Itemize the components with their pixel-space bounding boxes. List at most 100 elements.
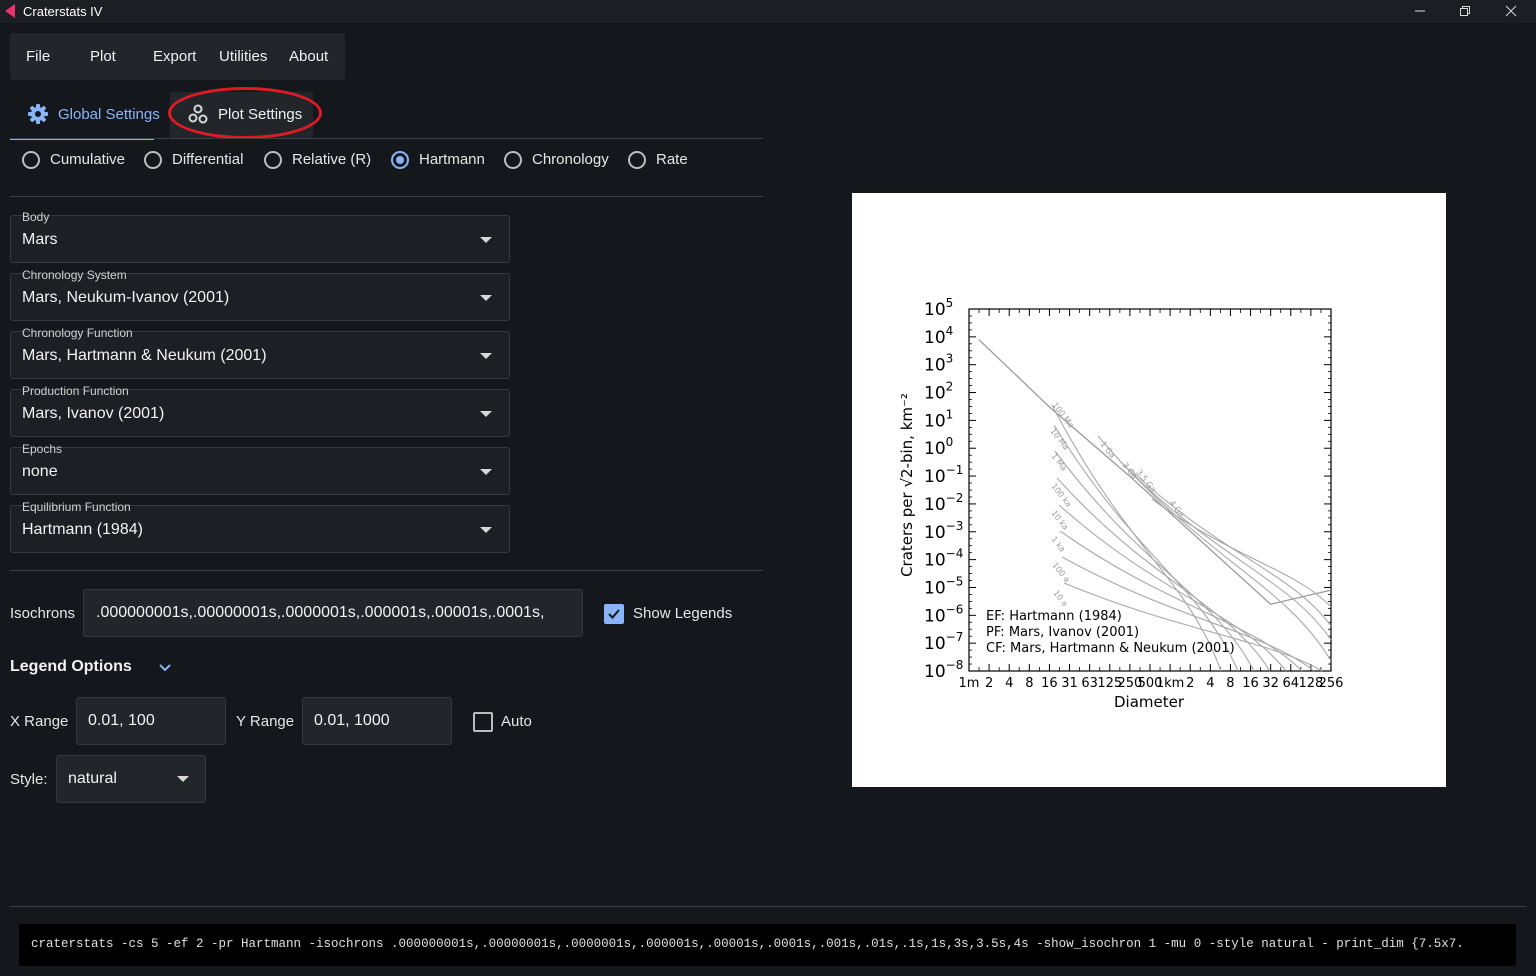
y-tick-label: 100 bbox=[924, 435, 953, 459]
y-tick-label: 101 bbox=[924, 407, 953, 431]
checkmark-icon bbox=[608, 609, 620, 619]
x-tick-label: 2 bbox=[985, 676, 993, 691]
chevron-down-icon bbox=[480, 469, 492, 475]
chevron-down-icon bbox=[480, 411, 492, 417]
x-tick-label: 16 bbox=[1041, 676, 1058, 691]
radio-differential-label: Differential bbox=[172, 151, 244, 168]
craterstats-logo-icon bbox=[5, 4, 15, 18]
body-select-value: Mars bbox=[22, 231, 58, 248]
isochrons-input[interactable]: .000000001s,.00000001s,.0000001s,.000001… bbox=[83, 589, 583, 637]
isochron-label: 10 Ma bbox=[1048, 427, 1070, 452]
y-range-value: 0.01, 1000 bbox=[314, 712, 390, 729]
y-range-input[interactable]: 0.01, 1000 bbox=[302, 697, 452, 745]
section-divider bbox=[10, 570, 763, 571]
chevron-down-icon bbox=[480, 527, 492, 533]
x-tick-label: 63 bbox=[1081, 676, 1098, 691]
chevron-down-icon bbox=[480, 237, 492, 243]
isochron-label: 100 a bbox=[1050, 561, 1071, 585]
minimize-icon[interactable] bbox=[1397, 0, 1443, 23]
isochron-label: 3.5 Ga bbox=[1134, 468, 1157, 494]
isochron-label: 1 Ga bbox=[1098, 440, 1117, 460]
x-tick-label: 1m bbox=[959, 676, 980, 691]
chronology-function-label: Chronology Function bbox=[22, 326, 133, 340]
epochs-value: none bbox=[22, 463, 58, 480]
legend-ef: EF: Hartmann (1984) bbox=[986, 609, 1122, 624]
tabs-divider bbox=[10, 138, 763, 139]
x-tick-label: 31 bbox=[1061, 676, 1078, 691]
y-tick-label: 10−6 bbox=[924, 602, 963, 626]
chronology-system-label: Chronology System bbox=[22, 268, 127, 282]
style-select[interactable]: natural bbox=[56, 755, 206, 803]
equilibrium-function-label: Equilibrium Function bbox=[22, 500, 131, 514]
show-legends-checkbox[interactable] bbox=[604, 604, 624, 624]
x-range-value: 0.01, 100 bbox=[88, 712, 155, 729]
radio-cumulative[interactable] bbox=[22, 151, 40, 169]
isochron-label: 1 Ma bbox=[1049, 452, 1068, 473]
radio-chronology[interactable] bbox=[504, 151, 522, 169]
y-tick-label: 10−5 bbox=[924, 574, 963, 598]
x-tick-label: 8 bbox=[1226, 676, 1234, 691]
epochs-select[interactable] bbox=[10, 447, 510, 495]
isochrons-value: .000000001s,.00000001s,.0000001s,.000001… bbox=[96, 604, 545, 621]
production-function-value: Mars, Ivanov (2001) bbox=[22, 405, 165, 422]
x-tick-label: 32 bbox=[1262, 676, 1279, 691]
highlight-circle bbox=[168, 87, 322, 139]
y-axis-label: Craters per √2-bin, km⁻² bbox=[898, 393, 916, 577]
radio-chronology-label: Chronology bbox=[532, 151, 609, 168]
legend-options-toggle[interactable]: Legend Options bbox=[10, 658, 132, 676]
show-legends-label: Show Legends bbox=[633, 605, 733, 622]
menu-about[interactable]: About bbox=[289, 48, 328, 65]
maximize-icon[interactable] bbox=[1442, 0, 1488, 23]
radio-hartmann-label: Hartmann bbox=[419, 151, 485, 168]
x-range-label: X Range bbox=[10, 713, 69, 730]
command-line[interactable]: craterstats -cs 5 -ef 2 -pr Hartmann -is… bbox=[19, 924, 1516, 966]
menu-file[interactable]: File bbox=[26, 48, 50, 65]
chevron-down-icon bbox=[480, 295, 492, 301]
style-value: natural bbox=[68, 770, 117, 787]
body-select[interactable] bbox=[10, 215, 510, 263]
chevron-down-icon bbox=[480, 353, 492, 359]
legend-pf: PF: Mars, Ivanov (2001) bbox=[986, 625, 1139, 640]
chevron-down-icon bbox=[177, 776, 189, 782]
hartmann-plot: 105 104 103 102 101 100 10−1 10−2 10−3 10−4 10−5 10… bbox=[898, 296, 1343, 711]
chronology-function-value: Mars, Hartmann & Neukum (2001) bbox=[22, 347, 267, 364]
isochron-label: 100 ka bbox=[1049, 482, 1073, 509]
auto-checkbox[interactable] bbox=[473, 712, 493, 732]
tab-global-settings-label: Global Settings bbox=[58, 106, 160, 123]
isochrons-label: Isochrons bbox=[10, 605, 76, 622]
style-label: Style: bbox=[10, 771, 48, 788]
y-tick-label: 10−8 bbox=[924, 658, 963, 682]
y-tick-label: 104 bbox=[924, 324, 953, 348]
y-tick-label: 102 bbox=[924, 380, 953, 404]
x-tick-label: 2 bbox=[1186, 676, 1194, 691]
x-axis-label: Diameter bbox=[1114, 693, 1185, 711]
menu-export[interactable]: Export bbox=[153, 48, 196, 65]
radio-differential[interactable] bbox=[144, 151, 162, 169]
plot-panel: 105 104 103 102 101 100 10−1 10−2 10−3 10−4 10−5 10… bbox=[852, 193, 1446, 787]
y-tick-label: 10−1 bbox=[924, 463, 963, 487]
legend-cf: CF: Mars, Hartmann & Neukum (2001) bbox=[986, 641, 1235, 656]
y-tick-label: 10−4 bbox=[924, 547, 963, 571]
radio-rate[interactable] bbox=[628, 151, 646, 169]
command-text: craterstats -cs 5 -ef 2 -pr Hartmann -is… bbox=[31, 937, 1464, 951]
body-select-label: Body bbox=[22, 210, 50, 224]
menu-utilities[interactable]: Utilities bbox=[219, 48, 267, 65]
close-icon[interactable] bbox=[1488, 0, 1534, 23]
x-tick-label: 4 bbox=[1005, 676, 1013, 691]
command-divider bbox=[10, 906, 1526, 907]
x-tick-label: 8 bbox=[1025, 676, 1033, 691]
title-bar bbox=[0, 0, 1536, 23]
x-tick-label: 4 bbox=[1206, 676, 1214, 691]
section-divider bbox=[10, 196, 763, 197]
chevron-down-icon[interactable] bbox=[158, 661, 172, 678]
isochron-label: 1 ka bbox=[1049, 535, 1067, 554]
y-tick-label: 103 bbox=[924, 352, 953, 376]
radio-rate-label: Rate bbox=[656, 151, 688, 168]
equilibrium-function-line bbox=[978, 339, 1332, 605]
radio-hartmann[interactable] bbox=[391, 151, 409, 169]
y-tick-label: 105 bbox=[924, 296, 953, 320]
x-range-input[interactable]: 0.01, 100 bbox=[76, 697, 226, 745]
radio-relative[interactable] bbox=[264, 151, 282, 169]
menu-plot[interactable]: Plot bbox=[90, 48, 116, 65]
y-range-label: Y Range bbox=[236, 713, 295, 730]
